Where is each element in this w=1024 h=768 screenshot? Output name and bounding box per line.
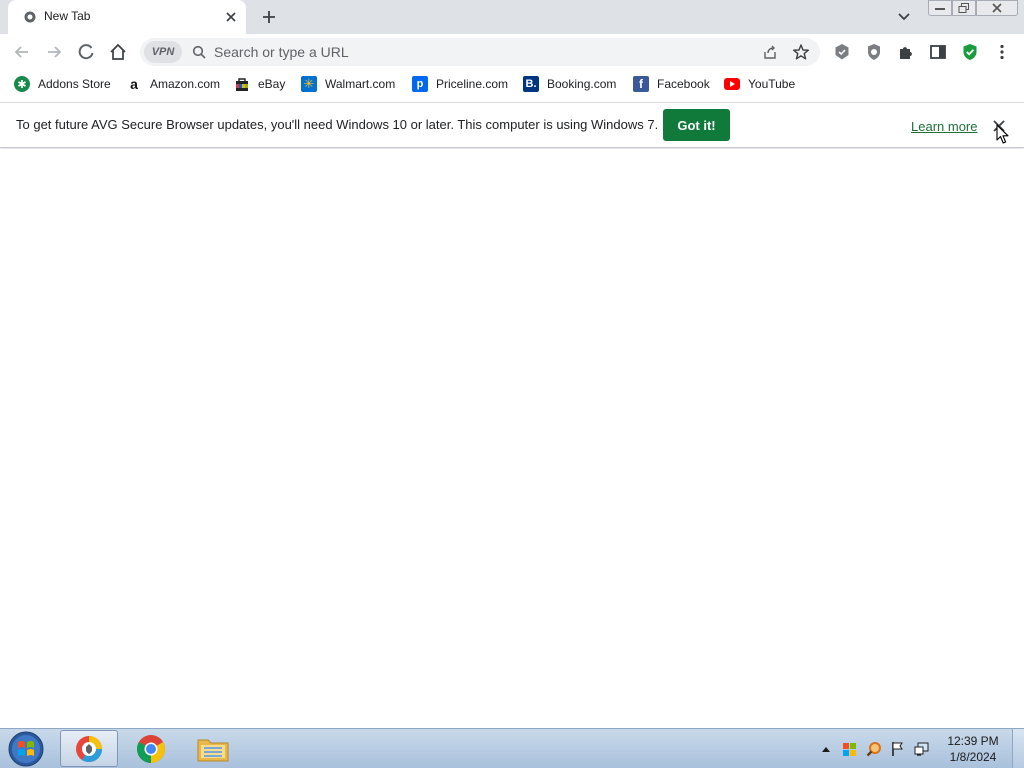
- taskbar-clock[interactable]: 12:39 PM 1/8/2024: [940, 733, 1006, 765]
- share-icon[interactable]: [762, 44, 778, 60]
- home-icon[interactable]: [108, 42, 128, 62]
- minimize-icon: [935, 8, 945, 10]
- tray-search-icon[interactable]: [866, 741, 882, 757]
- tab-title: New Tab: [44, 9, 91, 23]
- window-restore-button[interactable]: [952, 0, 976, 16]
- back-arrow-icon[interactable]: [12, 42, 32, 62]
- bookmark-label: Facebook: [657, 77, 710, 91]
- bookmark-booking[interactable]: B. Booking.com: [523, 74, 616, 94]
- facebook-icon: f: [633, 76, 649, 92]
- search-icon: [192, 45, 206, 59]
- bookmarks-bar: ✱ Addons Store a Amazon.com eBay ✳ Walma…: [0, 70, 1024, 98]
- got-it-button[interactable]: Got it!: [663, 109, 730, 141]
- taskbar-avg-browser[interactable]: [60, 730, 118, 767]
- folder-icon: [197, 739, 229, 761]
- tab-new-tab[interactable]: New Tab: [8, 0, 246, 34]
- window-close-button[interactable]: [976, 0, 1018, 16]
- show-desktop-button[interactable]: [1012, 729, 1024, 768]
- amazon-icon: a: [130, 76, 138, 92]
- restore-icon: [958, 3, 969, 13]
- taskbar-file-explorer[interactable]: [184, 730, 242, 767]
- tray-action-center-flag-icon[interactable]: [890, 741, 906, 757]
- close-icon: [992, 3, 1002, 13]
- addons-store-icon: ✱: [14, 76, 30, 92]
- bookmark-label: Amazon.com: [150, 77, 221, 91]
- bookmark-ebay[interactable]: eBay: [234, 74, 285, 94]
- taskbar-chrome[interactable]: [122, 730, 180, 767]
- address-input[interactable]: [214, 41, 714, 63]
- windows-start-button[interactable]: [6, 730, 46, 768]
- learn-more-link[interactable]: Learn more: [911, 119, 977, 134]
- booking-icon: B.: [523, 76, 539, 92]
- browser-toolbar: VPN: [0, 34, 1024, 70]
- avg-browser-icon: [24, 11, 36, 23]
- loading-spinner-icon[interactable]: [76, 42, 96, 62]
- new-tab-plus-icon[interactable]: [261, 9, 277, 25]
- bookmark-label: YouTube: [748, 77, 796, 91]
- walmart-icon: ✳: [301, 76, 317, 92]
- bookmark-label: Booking.com: [547, 77, 617, 91]
- bookmark-youtube[interactable]: YouTube: [724, 74, 795, 94]
- side-panel-icon[interactable]: [928, 42, 948, 62]
- clock-date: 1/8/2024: [949, 750, 997, 764]
- extension-shield-icon[interactable]: [864, 42, 884, 62]
- bookmark-addons-store[interactable]: ✱ Addons Store: [14, 74, 111, 94]
- bookmark-label: eBay: [258, 77, 286, 91]
- windows-taskbar: 12:39 PM 1/8/2024: [0, 728, 1024, 768]
- extension-badge-icon[interactable]: [832, 42, 852, 62]
- screen: New Tab VPN Search or type a URL ✱ Addon…: [0, 0, 1024, 768]
- mouse-cursor-icon: [996, 124, 1009, 144]
- chrome-icon: [137, 734, 165, 763]
- bookmark-star-icon[interactable]: [792, 43, 810, 61]
- priceline-icon: p: [412, 76, 428, 92]
- show-hidden-icons-arrow-icon[interactable]: [821, 745, 831, 753]
- tray-network-icon[interactable]: [914, 741, 930, 757]
- menu-kebab-icon[interactable]: [992, 42, 1012, 62]
- window-minimize-button[interactable]: [928, 0, 952, 16]
- forward-arrow-icon[interactable]: [44, 42, 64, 62]
- bookmark-label: Walmart.com: [325, 77, 396, 91]
- tab-strip: New Tab: [0, 0, 1024, 34]
- bookmark-priceline[interactable]: p Priceline.com: [412, 74, 508, 94]
- tab-close-icon[interactable]: [224, 10, 238, 24]
- bookmark-label: Addons Store: [38, 77, 111, 91]
- bookmark-label: Priceline.com: [436, 77, 509, 91]
- update-infobar: To get future AVG Secure Browser updates…: [0, 102, 1024, 148]
- vpn-button[interactable]: VPN: [144, 41, 182, 63]
- avg-browser-icon: [76, 735, 103, 762]
- avg-security-shield-icon[interactable]: [960, 42, 980, 62]
- bookmark-amazon[interactable]: a Amazon.com: [126, 74, 220, 94]
- youtube-icon: [724, 76, 740, 92]
- omnibox[interactable]: VPN: [140, 38, 820, 66]
- tab-search-chevron-icon[interactable]: [897, 10, 911, 24]
- page-content: [0, 149, 1024, 728]
- extensions-puzzle-icon[interactable]: [896, 42, 916, 62]
- tray-windows-flag-icon[interactable]: [842, 741, 858, 757]
- infobar-message: To get future AVG Secure Browser updates…: [16, 117, 659, 132]
- ebay-icon: [234, 76, 250, 92]
- bookmark-facebook[interactable]: f Facebook: [633, 74, 710, 94]
- clock-time: 12:39 PM: [947, 734, 999, 748]
- bookmark-walmart[interactable]: ✳ Walmart.com: [301, 74, 395, 94]
